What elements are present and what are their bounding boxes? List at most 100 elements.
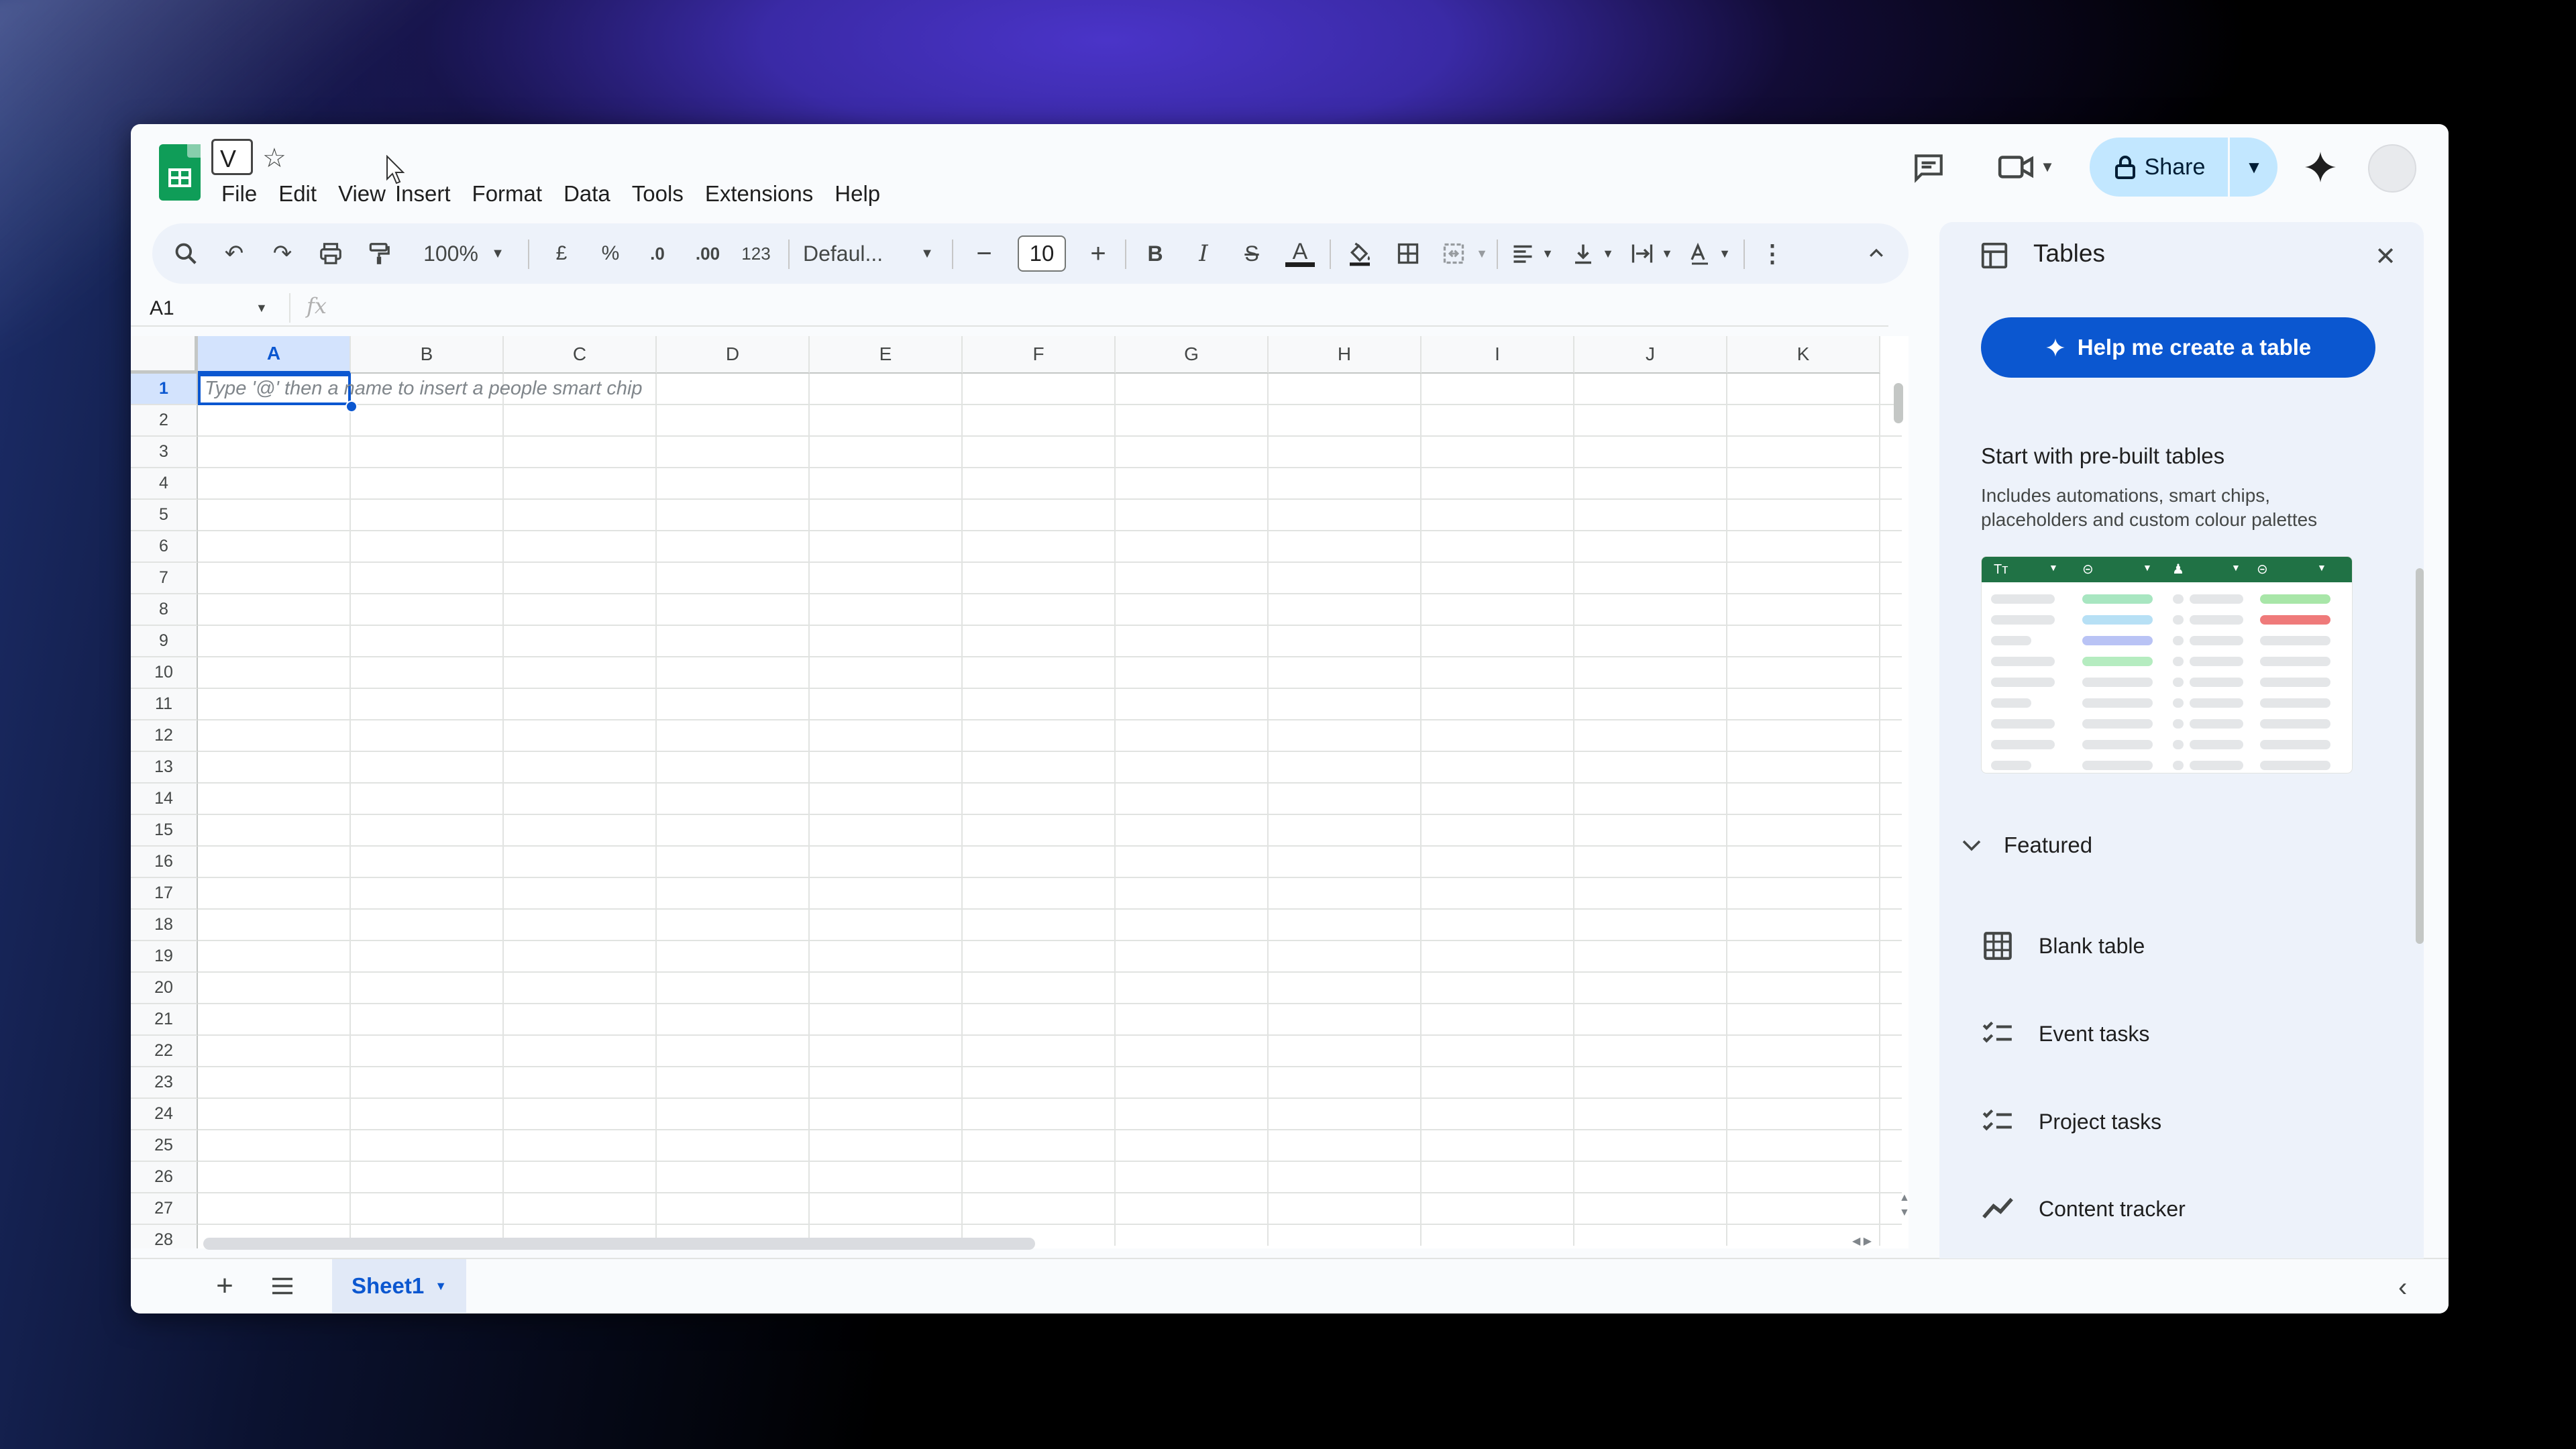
doc-title-input[interactable]: V	[211, 139, 253, 175]
row-header[interactable]: 8	[131, 594, 198, 626]
wrap-dropdown-icon[interactable]: ▼	[1659, 223, 1675, 284]
row-header[interactable]: 11	[131, 689, 198, 720]
name-box[interactable]: A1	[150, 297, 174, 320]
number-format-button[interactable]: 123	[736, 223, 776, 284]
menu-view[interactable]: View	[338, 178, 386, 210]
panel-scrollbar[interactable]	[2416, 568, 2424, 944]
sheet-tab-sheet1[interactable]: Sheet1 ▼	[332, 1259, 466, 1313]
row-header[interactable]: 1	[131, 374, 198, 405]
row-header[interactable]: 10	[131, 657, 198, 689]
row-header[interactable]: 26	[131, 1162, 198, 1193]
redo-icon[interactable]: ↷	[262, 223, 303, 284]
valign-dropdown-icon[interactable]: ▼	[1600, 223, 1616, 284]
column-header[interactable]: J	[1574, 336, 1727, 374]
row-header[interactable]: 22	[131, 1036, 198, 1067]
column-header[interactable]: F	[963, 336, 1116, 374]
row-header[interactable]: 6	[131, 531, 198, 563]
row-header[interactable]: 28	[131, 1225, 198, 1248]
all-sheets-icon[interactable]	[262, 1266, 303, 1306]
formula-input[interactable]	[339, 292, 1882, 324]
text-color-button[interactable]: A	[1280, 223, 1320, 284]
row-header[interactable]: 14	[131, 784, 198, 815]
cell-grid[interactable]	[198, 374, 1902, 1246]
menu-data[interactable]: Data	[564, 178, 610, 210]
more-options-icon[interactable]: ⋮	[1756, 223, 1789, 284]
font-family-select[interactable]: Defaul...	[803, 223, 917, 284]
font-size-increase-button[interactable]: +	[1081, 223, 1115, 284]
help-me-create-table-button[interactable]: Help me create a table	[1981, 317, 2375, 378]
undo-icon[interactable]: ↶	[214, 223, 254, 284]
merge-dropdown-icon[interactable]: ▼	[1474, 223, 1490, 284]
increase-decimal-button[interactable]: .00	[688, 223, 728, 284]
close-icon[interactable]: ✕	[2369, 239, 2402, 273]
font-size-input[interactable]: 10	[1018, 235, 1066, 272]
rotation-dropdown-icon[interactable]: ▼	[1717, 223, 1733, 284]
column-header[interactable]: B	[351, 336, 504, 374]
menu-file[interactable]: File	[221, 178, 257, 210]
halign-dropdown-icon[interactable]: ▼	[1540, 223, 1556, 284]
vertical-align-icon[interactable]	[1566, 223, 1600, 284]
scroll-arrows-icon[interactable]: ▲ ▼	[1899, 1191, 1910, 1220]
text-rotation-icon[interactable]	[1683, 223, 1717, 284]
currency-button[interactable]: £	[545, 223, 578, 284]
search-icon[interactable]	[166, 223, 206, 284]
row-header[interactable]: 5	[131, 500, 198, 531]
fill-color-icon[interactable]	[1340, 223, 1380, 284]
column-header[interactable]: H	[1269, 336, 1421, 374]
vertical-scrollbar[interactable]	[1894, 383, 1903, 423]
zoom-dropdown-icon[interactable]: ▼	[488, 223, 508, 284]
row-header[interactable]: 4	[131, 468, 198, 500]
strikethrough-button[interactable]: S	[1232, 223, 1272, 284]
column-header[interactable]: G	[1116, 336, 1269, 374]
row-header[interactable]: 23	[131, 1067, 198, 1099]
column-header[interactable]: I	[1421, 336, 1574, 374]
template-project-tasks[interactable]: Project tasks	[1981, 1105, 2161, 1138]
text-wrap-icon[interactable]	[1625, 223, 1659, 284]
comments-icon[interactable]	[1907, 146, 1950, 189]
zoom-value[interactable]: 100%	[417, 223, 484, 284]
template-content-tracker[interactable]: Content tracker	[1981, 1192, 2186, 1226]
spreadsheet-grid[interactable]: ABCDEFGHIJK 1 2 3 4 5 6 7 8 9 10 11 12 13 14 15 16 17 18 1…	[131, 336, 1909, 1248]
font-size-decrease-button[interactable]: −	[967, 223, 1001, 284]
bold-button[interactable]: B	[1135, 223, 1175, 284]
name-box-dropdown-icon[interactable]: ▼	[256, 301, 268, 315]
column-header[interactable]: D	[657, 336, 810, 374]
row-header[interactable]: 18	[131, 910, 198, 941]
prebuilt-table-preview[interactable]: Tт ▼ ⊝ ▼ ♟ ▼ ⊝ ▼	[1981, 556, 2353, 773]
column-header[interactable]: C	[504, 336, 657, 374]
row-header[interactable]: 13	[131, 752, 198, 784]
sheets-logo[interactable]	[159, 144, 201, 201]
merge-cells-icon[interactable]	[1434, 223, 1474, 284]
borders-icon[interactable]	[1388, 223, 1428, 284]
row-header[interactable]: 3	[131, 437, 198, 468]
paint-format-icon[interactable]	[359, 223, 399, 284]
font-dropdown-icon[interactable]: ▼	[917, 223, 937, 284]
menu-tools[interactable]: Tools	[632, 178, 684, 210]
row-header[interactable]: 7	[131, 563, 198, 594]
percent-button[interactable]: %	[594, 223, 627, 284]
italic-button[interactable]: I	[1183, 223, 1224, 284]
featured-section-toggle[interactable]: Featured	[1960, 833, 2092, 858]
menu-edit[interactable]: Edit	[278, 178, 317, 210]
add-sheet-icon[interactable]: +	[205, 1266, 245, 1306]
row-header[interactable]: 15	[131, 815, 198, 847]
template-event-tasks[interactable]: Event tasks	[1981, 1017, 2149, 1051]
row-header[interactable]: 2	[131, 405, 198, 437]
column-header[interactable]: K	[1727, 336, 1880, 374]
collapse-panel-icon[interactable]: ‹	[2398, 1273, 2407, 1303]
fill-handle[interactable]	[345, 400, 358, 413]
row-header[interactable]: 16	[131, 847, 198, 878]
share-button[interactable]: Share	[2090, 138, 2231, 197]
row-header[interactable]: 12	[131, 720, 198, 752]
star-icon[interactable]: ☆	[262, 143, 286, 174]
decrease-decimal-button[interactable]: .0	[641, 223, 674, 284]
menu-help[interactable]: Help	[835, 178, 880, 210]
row-header[interactable]: 25	[131, 1130, 198, 1162]
collapse-toolbar-icon[interactable]	[1856, 223, 1896, 284]
hscroll-arrows-icon[interactable]: ◀ ▶	[1852, 1234, 1872, 1248]
horizontal-align-icon[interactable]	[1506, 223, 1540, 284]
row-header[interactable]: 20	[131, 973, 198, 1004]
menu-format[interactable]: Format	[472, 178, 543, 210]
print-icon[interactable]	[311, 223, 351, 284]
row-header[interactable]: 17	[131, 878, 198, 910]
